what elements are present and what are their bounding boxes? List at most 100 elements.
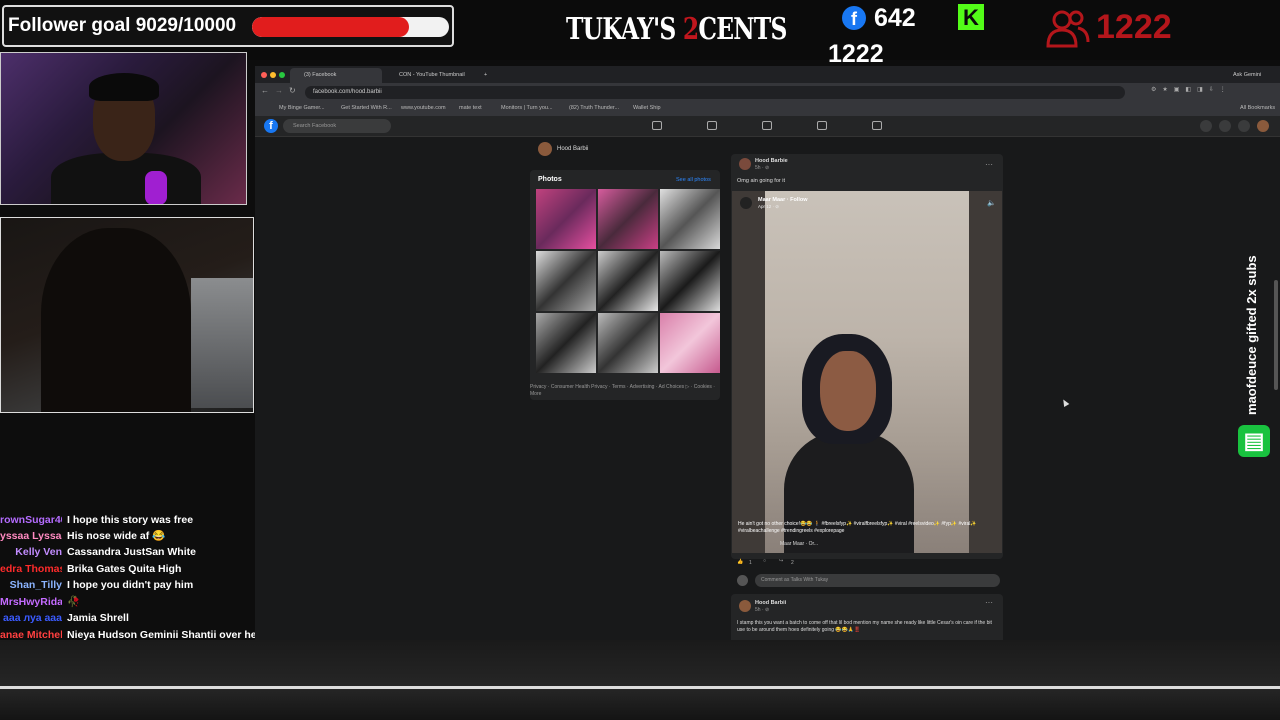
reel-footer: Maar Maar · Or... — [780, 541, 819, 547]
bookmark-item[interactable]: mate text — [459, 105, 482, 111]
profile-avatar[interactable] — [538, 142, 552, 156]
bookmark-item[interactable]: My Binge Gamer... — [279, 105, 325, 111]
groups-icon[interactable] — [817, 121, 827, 130]
post-time: 5h · ⊘ — [755, 165, 770, 171]
facebook-logo-icon[interactable]: f — [264, 119, 278, 133]
extensions-icon[interactable]: ⚙★▣◧◨⇩⋮ — [1151, 86, 1251, 94]
bookmarks-bar: My Binge Gamer... Get Started With R... ww… — [255, 102, 1280, 117]
chat-username[interactable]: rownSugar40 — [0, 512, 62, 528]
sub-alert-text: maofdeuce gifted 2x subs — [1244, 255, 1259, 415]
chat-username[interactable]: Shan_Tilly — [0, 577, 62, 593]
viewers-icon — [1046, 10, 1090, 48]
bottom-divider — [0, 686, 1280, 689]
maximize-window-icon[interactable] — [279, 72, 285, 78]
ask-gemini-button[interactable]: Ask Gemini — [1223, 68, 1279, 83]
comment-icon[interactable]: ○ — [763, 558, 766, 564]
post2-author[interactable]: Hood Barbii — [755, 600, 786, 606]
comment-input[interactable]: Comment as Talks With Tukay — [755, 574, 1000, 587]
bookmark-item[interactable]: Get Started With R... — [341, 105, 392, 111]
photo-thumb[interactable] — [660, 313, 720, 373]
follower-goal-progress-bar — [252, 17, 449, 37]
page-scrollbar[interactable] — [1274, 280, 1278, 390]
messenger-icon[interactable] — [1219, 120, 1231, 132]
photo-thumb[interactable] — [536, 189, 596, 249]
post-text: Omg ain going for it — [737, 178, 785, 184]
notifications-icon[interactable] — [1238, 120, 1250, 132]
follower-goal-progress-fill — [252, 17, 409, 37]
chat-username[interactable]: MrsHwyRida — [0, 594, 62, 610]
marketplace-icon[interactable] — [762, 121, 772, 130]
chat-username[interactable]: Kelly Ven — [0, 544, 62, 560]
reel-author[interactable]: Maar Maar · Follow — [758, 197, 808, 203]
commenter-avatar — [737, 575, 748, 586]
post2-text: I stamp this you want a batch to come of… — [737, 620, 992, 633]
post2-options-icon[interactable]: ··· — [985, 598, 993, 607]
forward-icon[interactable]: → — [275, 86, 283, 95]
kick-icon: K — [958, 4, 984, 30]
photos-title: Photos — [538, 176, 562, 183]
share-icon[interactable]: ↪ — [779, 558, 783, 564]
chat-text: Cassandra JustSan White — [67, 546, 196, 558]
chat-message: rownSugar40 I hope this story was free — [0, 512, 193, 528]
facebook-search-input[interactable]: Search Facebook — [283, 119, 391, 133]
viewer-count: 1222 — [1096, 8, 1172, 46]
chat-message: Shan_Tilly I hope you didn't pay him — [0, 577, 194, 593]
post-author[interactable]: Hood Barbie — [755, 158, 788, 164]
chat-username[interactable]: edra Thomas — [0, 561, 62, 577]
gaming-icon[interactable] — [872, 121, 882, 130]
facebook-icon: f — [842, 6, 866, 30]
see-all-photos-link[interactable]: See all photos — [676, 177, 711, 183]
reel-author-avatar[interactable] — [740, 197, 752, 209]
photo-thumb[interactable] — [660, 189, 720, 249]
reaction-row: 👍 1 ○ ↪ 2 — [737, 556, 1002, 570]
bookmark-item[interactable]: www.youtube.com — [401, 105, 446, 111]
tab-facebook[interactable]: (3) Facebook — [290, 68, 382, 83]
back-icon[interactable]: ← — [261, 86, 269, 95]
photo-thumb[interactable] — [660, 251, 720, 311]
chat-message: MrsHwyRida 🥀 — [0, 594, 80, 610]
reel-date: Apr 12 · ⊘ — [758, 204, 780, 209]
minimize-window-icon[interactable] — [270, 72, 276, 78]
browser-tab-bar: (3) Facebook CON - YouTube Thumbnail + A… — [255, 66, 1280, 83]
home-icon[interactable] — [652, 121, 662, 130]
photo-thumb[interactable] — [536, 313, 596, 373]
post-options-icon[interactable]: ··· — [985, 160, 993, 169]
streamer-webcam — [0, 52, 247, 205]
close-window-icon[interactable] — [261, 72, 267, 78]
photo-thumb[interactable] — [598, 313, 658, 373]
profile-name[interactable]: Hood Barbii — [557, 146, 588, 152]
like-icon[interactable]: 👍 — [737, 559, 743, 565]
photos-card: Photos See all photos — [530, 170, 720, 400]
chat-message: Kelly Ven Cassandra JustSan White — [0, 544, 196, 560]
watch-icon[interactable] — [707, 121, 717, 130]
bookmark-item[interactable]: (82) Truth Thunder... — [569, 105, 619, 111]
chat-username[interactable]: ааа луа ааа — [0, 610, 62, 626]
bookmark-item[interactable]: Monitors | Turn you... — [501, 105, 553, 111]
post2-author-avatar[interactable] — [739, 600, 751, 612]
reel-video[interactable]: Maar Maar · Follow Apr 12 · ⊘ 🔈 He ain't… — [732, 191, 1002, 553]
chat-username[interactable]: yssaa Lyssaa — [0, 528, 62, 544]
photo-thumb[interactable] — [598, 189, 658, 249]
account-avatar[interactable] — [1257, 120, 1269, 132]
reel-caption: He ain't got no other choice!😂😂 🚶 #fbree… — [738, 521, 977, 534]
menu-icon[interactable] — [1200, 120, 1212, 132]
browser-window: (3) Facebook CON - YouTube Thumbnail + A… — [255, 66, 1280, 640]
chat-message: edra Thomas Brika Gates Quita High — [0, 561, 181, 577]
post-author-avatar[interactable] — [739, 158, 751, 170]
like-count: 1 — [749, 560, 752, 566]
mute-icon[interactable]: 🔈 — [987, 199, 996, 207]
reload-icon[interactable]: ↻ — [289, 86, 296, 95]
photo-thumb[interactable] — [598, 251, 658, 311]
all-bookmarks-button[interactable]: All Bookmarks — [1240, 105, 1275, 111]
post2-time: 5h · ⊘ — [755, 607, 770, 613]
photo-thumb[interactable] — [536, 251, 596, 311]
kick-count: 1222 — [828, 40, 884, 68]
bookmark-item[interactable]: Wallet Ship — [633, 105, 661, 111]
chat-text: I hope this story was free — [67, 514, 194, 526]
tab-youtube-thumbnail[interactable]: CON - YouTube Thumbnail — [385, 68, 477, 83]
url-field[interactable]: facebook.com/hood.barbii — [305, 86, 1125, 99]
new-tab-button[interactable]: + — [481, 68, 495, 83]
logo-text-a: TUKAY'S — [566, 12, 683, 47]
chat-text: Brika Gates Quita High — [67, 563, 182, 575]
facebook-footer-links[interactable]: Privacy · Consumer Health Privacy · Term… — [530, 384, 720, 398]
